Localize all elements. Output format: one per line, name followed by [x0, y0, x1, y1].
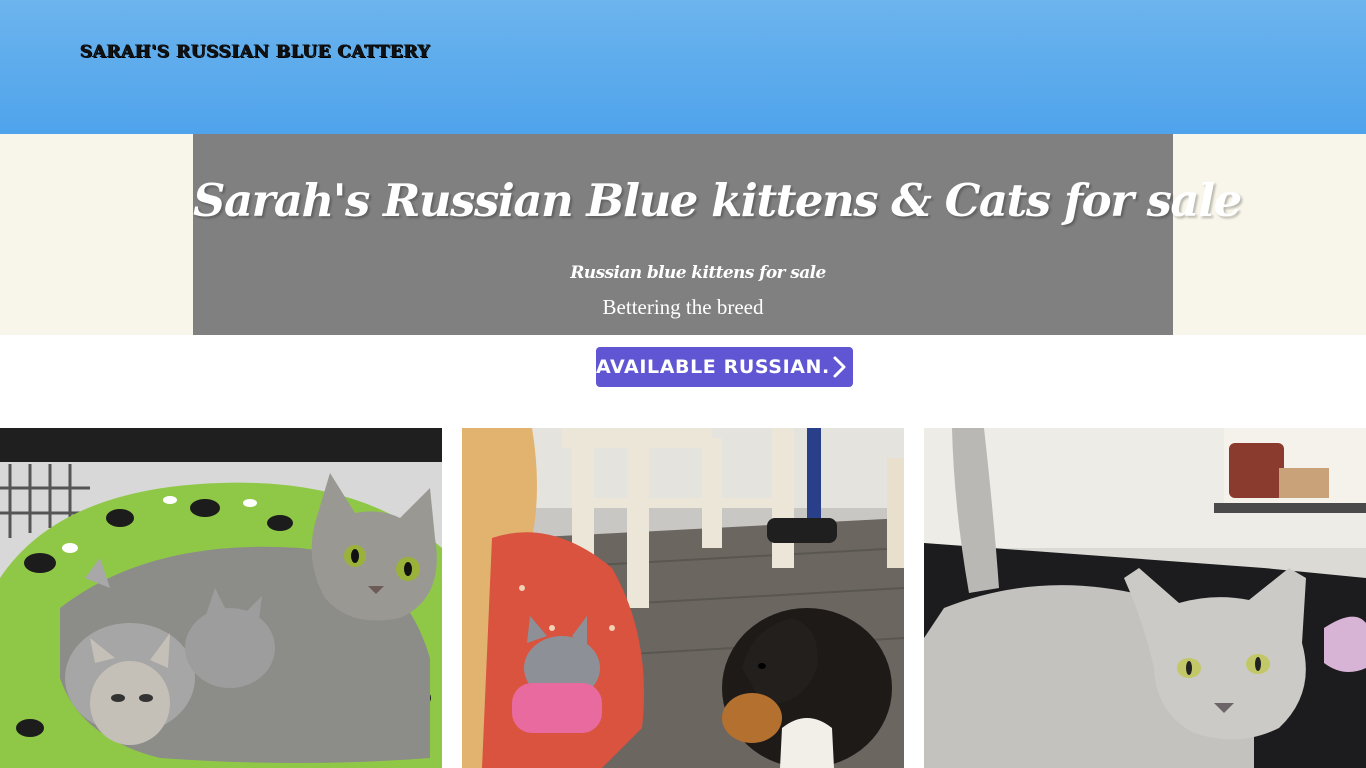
hero-tagline: Bettering the breed	[602, 295, 764, 319]
hero-box: Sarah's Russian Blue kittens & Cats for …	[193, 134, 1242, 335]
site-header: Sarah's Russian Blue Cattery	[0, 0, 1366, 134]
site-title[interactable]: Sarah's Russian Blue Cattery	[80, 42, 430, 62]
child-with-kitten-and-puppy-photo[interactable]	[462, 428, 904, 768]
hero-subtitle: Russian blue kittens for sale	[570, 263, 826, 283]
hero-title: Sarah's Russian Blue kittens & Cats for …	[193, 174, 1242, 227]
adult-russian-blue-cat-photo[interactable]	[924, 428, 1366, 768]
chevron-right-icon	[833, 356, 846, 378]
cta-label: AVAILABLE RUSSIAN...	[596, 356, 828, 378]
mother-cat-with-kittens-photo[interactable]	[0, 428, 442, 768]
available-russian-blues-button[interactable]: AVAILABLE RUSSIAN...	[596, 347, 853, 387]
